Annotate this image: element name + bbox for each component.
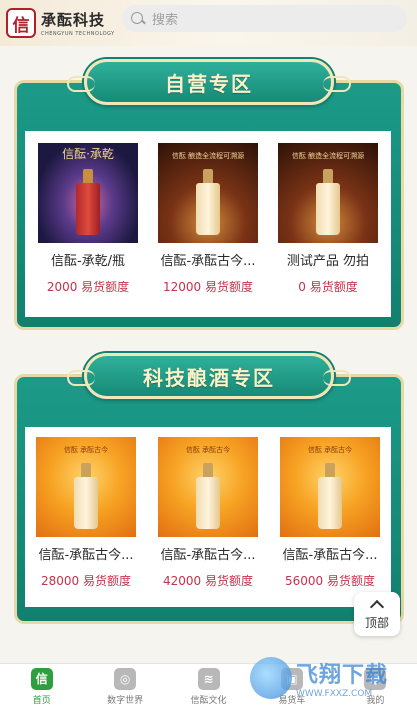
product-price: 2000 易货额度 [46,280,130,294]
tab-label: 我的 [366,695,385,706]
logo-mark-icon: 信 [6,8,36,38]
product-price: 28000 易货额度 [41,574,131,588]
tab-label: 数字世界 [107,695,144,706]
product-card[interactable]: 信酝·承乾 信酝-承乾/瓶 2000 易货额度 [29,143,147,295]
back-to-top-label: 顶部 [364,616,389,630]
tab-home[interactable]: 信 首页 [0,664,83,709]
product-panel: 信酝·承乾 信酝-承乾/瓶 2000 易货额度 信酝 酿造全流程可溯源 信酝-承… [25,131,391,317]
gamepad-icon: ◎ [114,667,137,690]
back-to-top-button[interactable]: 顶部 [354,592,400,636]
product-name: 信酝-承酝古今... [282,548,378,563]
product-card[interactable]: 信酝 承酝古今 信酝-承酝古今... 56000 易货额度 [271,437,389,589]
chevron-up-icon [369,599,385,615]
product-image[interactable]: 信酝 承酝古今 [158,437,258,537]
tab-mine[interactable]: ● 我的 [334,664,417,709]
product-name: 信酝-承酝古今... [160,548,256,563]
tab-cart[interactable]: ▣ 易货车 [250,664,333,709]
brand-text: 承酝科技 CHENGYUN TECHNOLOGY [41,9,115,37]
brand-logo[interactable]: 信 承酝科技 CHENGYUN TECHNOLOGY [6,8,122,38]
product-card[interactable]: 信酝 酿造全流程可溯源 信酝-承酝古今... 12000 易货额度 [149,143,267,295]
product-image[interactable]: 信酝 承酝古今 [36,437,136,537]
product-price: 42000 易货额度 [163,574,253,588]
product-panel: 信酝 承酝古今 信酝-承酝古今... 28000 易货额度 信酝 承酝古今 信酝… [25,427,391,607]
product-card[interactable]: 信酝 承酝古今 信酝-承酝古今... 28000 易货额度 [27,437,145,589]
product-image-text: 信酝 承酝古今 [185,446,231,454]
product-price: 0 易货额度 [298,280,358,294]
product-card[interactable]: 信酝 酿造全流程可溯源 测试产品 勿拍 0 易货额度 [269,143,387,295]
bottom-tab-bar: 信 首页 ◎ 数字世界 ≋ 信酝文化 ▣ 易货车 ● 我的 [0,663,417,709]
product-name: 信酝-承酝古今... [38,548,134,563]
user-icon: ● [364,667,387,690]
product-name: 信酝-承酝古今... [160,254,256,269]
section-self-operated: 自营专区 信酝·承乾 信酝-承乾/瓶 2000 易货额度 信酝 酿造全流程可溯源… [14,59,404,330]
search-bar[interactable]: 搜索 [122,5,407,32]
bottle-icon [316,169,340,235]
section-tech-brewing: 科技酿酒专区 信酝 承酝古今 信酝-承酝古今... 28000 易货额度 信酝 … [14,353,404,624]
tab-label: 首页 [32,695,51,706]
section-title: 自营专区 [165,71,253,96]
product-image-text: 信酝·承乾 [62,147,114,161]
tab-label: 信酝文化 [190,695,227,706]
home-icon: 信 [30,667,53,690]
search-icon [131,11,145,26]
product-image[interactable]: 信酝 酿造全流程可溯源 [278,143,378,243]
product-price: 56000 易货额度 [285,574,375,588]
bottle-icon [196,169,220,235]
product-name: 信酝-承乾/瓶 [50,254,126,269]
section-title-banner: 自营专区 [67,59,351,105]
bottle-icon [196,463,220,529]
search-placeholder: 搜索 [152,13,179,28]
product-image-text: 信酝 酿造全流程可溯源 [291,152,365,160]
product-image-text: 信酝 承酝古今 [63,446,109,454]
brand-name: 承酝科技 [41,11,106,29]
section-title-banner: 科技酿酒专区 [67,353,351,399]
section-title: 科技酿酒专区 [143,365,275,390]
tab-label: 易货车 [278,695,306,706]
product-image[interactable]: 信酝 酿造全流程可溯源 [158,143,258,243]
product-image-text: 信酝 酿造全流程可溯源 [171,152,245,160]
tab-culture[interactable]: ≋ 信酝文化 [167,664,250,709]
product-image[interactable]: 信酝 承酝古今 [280,437,380,537]
bottle-icon [318,463,342,529]
bottle-icon [76,169,100,235]
product-card[interactable]: 信酝 承酝古今 信酝-承酝古今... 42000 易货额度 [149,437,267,589]
product-name: 测试产品 勿拍 [286,254,370,269]
brand-name-en: CHENGYUN TECHNOLOGY [41,31,115,37]
product-image[interactable]: 信酝·承乾 [38,143,138,243]
tab-digital-world[interactable]: ◎ 数字世界 [83,664,166,709]
cart-icon: ▣ [280,667,303,690]
product-image-text: 信酝 承酝古今 [307,446,353,454]
app-header: 信 承酝科技 CHENGYUN TECHNOLOGY 搜索 [0,0,417,46]
bottle-icon [74,463,98,529]
layers-icon: ≋ [197,667,220,690]
product-price: 12000 易货额度 [163,280,253,294]
